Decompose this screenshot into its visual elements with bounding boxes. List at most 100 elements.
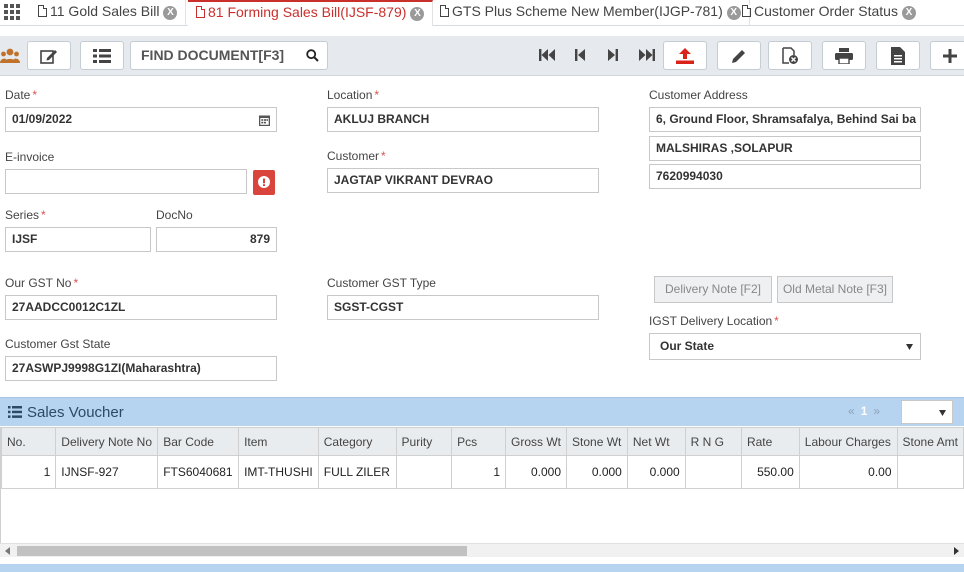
customer-label: Customer *: [327, 149, 386, 163]
customer-gst-state-label: Customer Gst State: [5, 337, 111, 351]
tab-gold-sales-bill[interactable]: 11 Gold Sales Bill X: [30, 0, 187, 26]
igst-delivery-location-select[interactable]: Our State: [649, 333, 921, 360]
first-record-icon[interactable]: [539, 48, 555, 62]
column-header[interactable]: Labour Charges: [798, 427, 898, 456]
column-header[interactable]: No.: [1, 427, 57, 456]
column-header[interactable]: Stone Wt: [566, 427, 628, 456]
search-icon[interactable]: [306, 49, 319, 62]
our-gst-field[interactable]: 27AADCC0012C1ZL: [5, 295, 277, 320]
list-icon: [93, 48, 111, 63]
document-icon: [742, 5, 751, 17]
previous-record-icon[interactable]: [575, 48, 586, 62]
file-text-icon: [891, 46, 905, 65]
close-icon[interactable]: X: [410, 7, 425, 21]
customer-field[interactable]: JAGTAP VIKRANT DEVRAO: [327, 168, 599, 193]
column-header[interactable]: Category: [317, 427, 397, 456]
cell-rate[interactable]: 550.00: [740, 455, 800, 489]
address-line1-field[interactable]: 6, Ground Floor, Shramsafalya, Behind Sa…: [649, 107, 921, 132]
location-field[interactable]: AKLUJ BRANCH: [327, 107, 599, 132]
cell-labour-charges[interactable]: 0.00: [798, 455, 898, 489]
calendar-icon[interactable]: [259, 114, 270, 126]
cell-rng[interactable]: [684, 455, 742, 489]
list-view-button[interactable]: [80, 41, 124, 70]
close-icon[interactable]: X: [901, 6, 916, 20]
cell-delivery-note-no[interactable]: IJNSF-927: [55, 455, 159, 489]
igst-selected-value: Our State: [660, 339, 715, 353]
cell-purity[interactable]: [395, 455, 453, 489]
column-header[interactable]: Pcs: [451, 427, 507, 456]
column-header[interactable]: R N G: [684, 427, 742, 456]
address-line3-field[interactable]: 7620994030: [649, 164, 921, 189]
einvoice-alert-button[interactable]: [253, 170, 275, 195]
cell-gross-wt[interactable]: 0.000: [505, 455, 568, 489]
customer-gst-type-field[interactable]: SGST-CGST: [327, 295, 599, 320]
cell-stone-amt[interactable]: [896, 455, 964, 489]
list-icon: [8, 406, 22, 418]
page-size-select[interactable]: [901, 400, 953, 424]
column-header[interactable]: Bar Code: [157, 427, 240, 456]
cell-bar-code[interactable]: FTS6040681: [157, 455, 240, 489]
date-label: Date *: [5, 88, 38, 102]
column-header[interactable]: Purity: [395, 427, 453, 456]
cell-net-wt[interactable]: 0.000: [626, 455, 686, 489]
cell-pcs[interactable]: 1: [451, 455, 507, 489]
einvoice-label: E-invoice: [5, 150, 55, 164]
find-document-input[interactable]: FIND DOCUMENT[F3]: [130, 41, 328, 70]
cell-no[interactable]: 1: [1, 455, 57, 489]
file-cancel-icon: [782, 46, 798, 64]
column-header[interactable]: Delivery Note No: [55, 427, 159, 456]
cell-category[interactable]: FULL ZILER: [317, 455, 397, 489]
sales-voucher-title: Sales Voucher: [27, 404, 124, 421]
last-record-icon[interactable]: [639, 48, 655, 62]
address-line2-field[interactable]: MALSHIRAS ,SOLAPUR: [649, 136, 921, 161]
document-icon: [38, 5, 47, 17]
horizontal-scrollbar[interactable]: [0, 543, 964, 557]
table-row[interactable]: 1 IJNSF-927 FTS6040681 IMT-THUSHI FULL Z…: [1, 455, 964, 489]
date-value: 01/09/2022: [12, 112, 73, 126]
edit-button[interactable]: [717, 41, 761, 70]
tab-label: GTS Plus Scheme New Member(IJGP-781): [452, 3, 723, 19]
sales-voucher-table: No. Delivery Note No Bar Code Item Categ…: [1, 427, 964, 489]
cancel-document-button[interactable]: [768, 41, 812, 70]
next-record-icon[interactable]: [607, 48, 618, 62]
customer-gst-state-field[interactable]: 27ASWPJ9998G1ZI(Maharashtra): [5, 356, 277, 381]
tab-gts-plus-scheme[interactable]: GTS Plus Scheme New Member(IJGP-781) X: [432, 0, 750, 26]
column-header[interactable]: Net Wt: [626, 427, 686, 456]
print-button[interactable]: [822, 41, 866, 70]
apps-grid-icon[interactable]: [4, 4, 22, 20]
pencil-icon: [732, 49, 745, 63]
scroll-left-icon[interactable]: [5, 547, 10, 555]
edit-square-icon: [40, 49, 57, 64]
edit-note-button[interactable]: [27, 41, 71, 70]
old-metal-note-button[interactable]: Old Metal Note [F3]: [777, 276, 893, 303]
sales-voucher-header: Sales Voucher « 1 »: [0, 397, 964, 426]
document-icon: [440, 5, 449, 17]
docno-field[interactable]: 879: [156, 227, 277, 252]
add-button[interactable]: [930, 41, 964, 70]
column-header[interactable]: Item: [238, 427, 319, 456]
einvoice-field[interactable]: [5, 169, 247, 194]
customer-gst-type-label: Customer GST Type: [327, 276, 436, 290]
series-field[interactable]: IJSF: [5, 227, 151, 252]
close-icon[interactable]: X: [163, 6, 178, 20]
pager-next[interactable]: »: [873, 404, 880, 418]
tab-forming-sales-bill[interactable]: 81 Forming Sales Bill(IJSF-879) X: [188, 0, 434, 26]
pager: « 1 »: [848, 404, 880, 418]
cell-stone-wt[interactable]: 0.000: [566, 455, 628, 489]
scrollbar-thumb[interactable]: [17, 546, 467, 556]
date-field[interactable]: 01/09/2022: [5, 107, 277, 132]
scroll-right-icon[interactable]: [954, 547, 959, 555]
pager-prev[interactable]: «: [848, 404, 855, 418]
tab-label: Customer Order Status: [754, 3, 898, 19]
document-button[interactable]: [876, 41, 920, 70]
upload-button[interactable]: [663, 41, 707, 70]
column-header[interactable]: Rate: [740, 427, 800, 456]
location-label: Location *: [327, 88, 380, 102]
column-header[interactable]: Gross Wt: [505, 427, 568, 456]
pager-current-page[interactable]: 1: [861, 404, 868, 418]
tab-customer-order-status[interactable]: Customer Order Status X: [734, 0, 924, 26]
users-icon[interactable]: [0, 47, 20, 65]
cell-item[interactable]: IMT-THUSHI: [238, 455, 319, 489]
column-header[interactable]: Stone Amt: [896, 427, 964, 456]
delivery-note-button[interactable]: Delivery Note [F2]: [654, 276, 772, 303]
